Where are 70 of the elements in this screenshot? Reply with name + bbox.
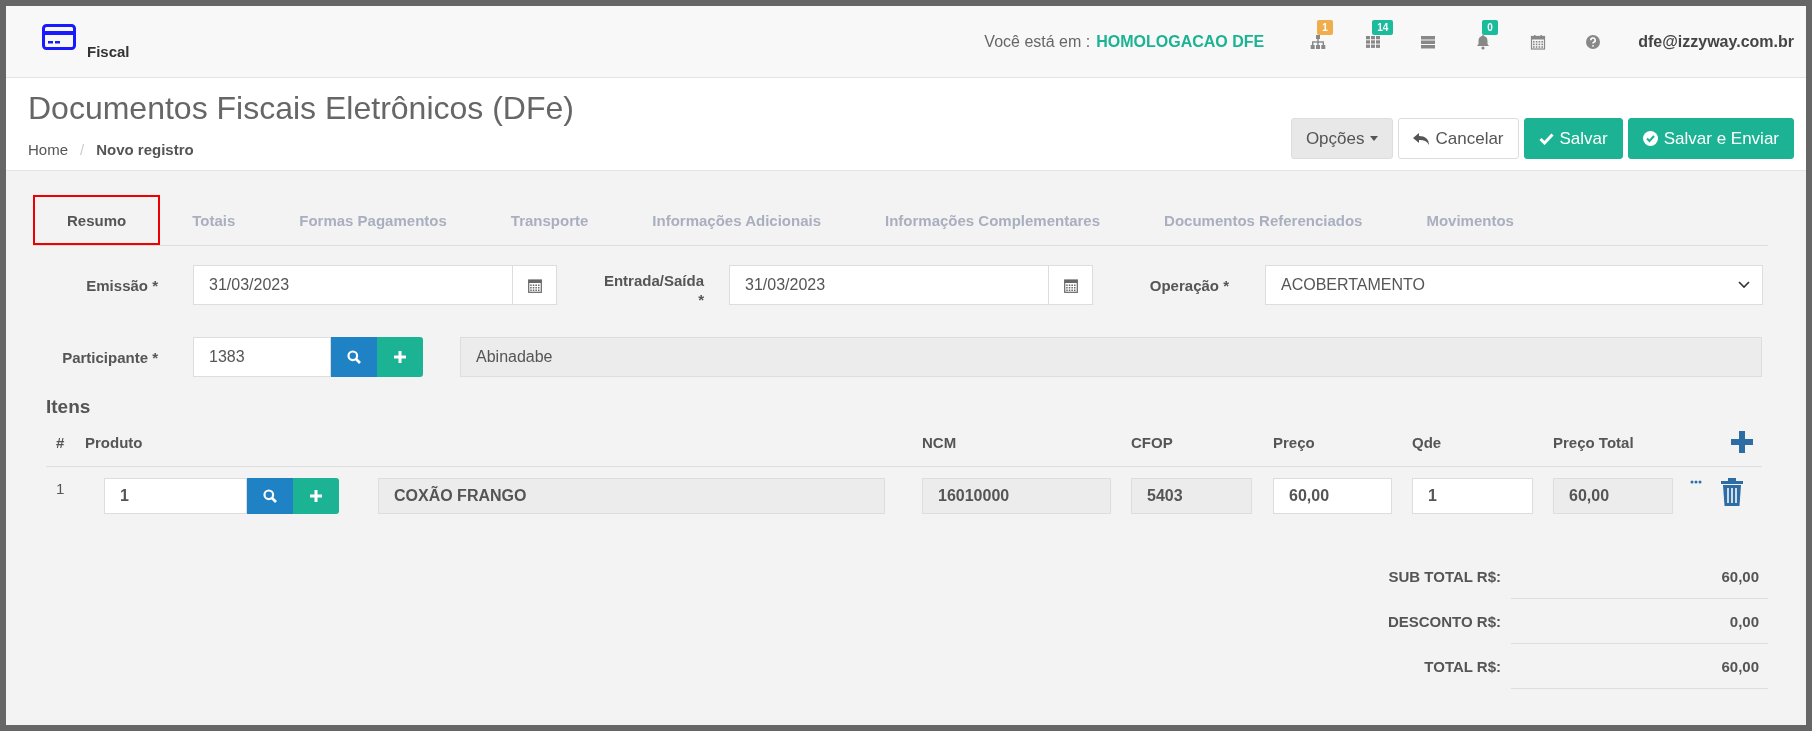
add-button[interactable] [293,478,339,514]
server-icon[interactable] [1419,33,1436,50]
notification-count: 1 [1317,19,1333,35]
total-price-field: 60,00 [1553,478,1673,514]
product-description-field: COXÃO FRANGO [378,478,885,514]
breadcrumb-item: Novo registro [96,141,194,158]
quantity-field[interactable]: 1 [1412,478,1533,514]
environment-label: Você está em : [984,32,1091,51]
price-field[interactable]: 60,00 [1273,478,1392,514]
grid-icon[interactable] [1364,33,1381,50]
trash-icon[interactable] [1721,478,1743,506]
column-header: # [55,433,66,451]
calendar-icon[interactable] [1529,33,1546,50]
caret-icon [1370,136,1379,141]
column-header: NCM [922,433,958,451]
section-title: Itens [46,396,92,418]
page-title: Documentos Fiscais Eletrônicos (DFe) [28,90,574,127]
total-label: TOTAL R$: [1424,658,1501,675]
help-icon[interactable] [1584,33,1601,50]
calendar-icon [1063,277,1078,293]
card-icon [42,23,76,50]
total-value: 0,00 [1511,599,1768,644]
field-label: Operação * [1148,276,1229,294]
plus-icon [310,490,322,502]
environment-name: HOMOLOGACAO DFE [1096,32,1265,51]
chevron-down-icon [1738,281,1750,289]
check-circle-icon [1642,131,1658,146]
tab[interactable]: Resumo [33,195,161,245]
participant-code-field[interactable]: 1383 [193,337,331,377]
field-label: Entrada/Saída * [602,271,704,309]
total-value: 60,00 [1511,554,1768,599]
user-email[interactable]: dfe@izzyway.com.br [1638,32,1794,51]
search-icon [263,489,277,503]
calendar-icon [527,277,542,293]
column-header: Qde [1412,433,1443,451]
search-button[interactable] [331,337,377,377]
column-header: Produto [85,433,144,451]
options-button[interactable]: Opções [1290,118,1394,159]
column-header: Preço [1273,433,1316,451]
undo-arrow-icon [1413,131,1430,146]
field-label: Emissão * [85,276,158,294]
more-icon[interactable] [1690,480,1702,484]
column-header: Preço Total [1553,433,1635,451]
row-number: 1 [55,479,66,497]
product-code-field[interactable]: 1 [104,478,247,514]
check-icon [1538,132,1554,145]
plus-icon [394,351,406,363]
column-header: CFOP [1131,433,1174,451]
plus-icon[interactable] [1730,430,1754,454]
field-label: Participante * [61,348,158,366]
add-button[interactable] [377,337,423,377]
notification-count: 0 [1482,19,1498,35]
breadcrumb-item[interactable]: Home [28,141,68,158]
sitemap-icon[interactable] [1309,33,1326,50]
bell-icon[interactable] [1474,33,1491,50]
total-value: 60,00 [1511,644,1768,689]
cfop-field: 5403 [1131,478,1252,514]
date-field[interactable]: 31/03/2023 [729,265,1093,305]
ncm-field: 16010000 [922,478,1111,514]
date-field[interactable]: 31/03/2023 [193,265,557,305]
total-label: SUB TOTAL R$: [1388,568,1501,585]
app-name: Fiscal [87,43,130,60]
search-button[interactable] [247,478,293,514]
total-label: DESCONTO R$: [1387,613,1501,630]
cancel-button[interactable]: Cancelar [1398,118,1519,159]
breadcrumb-separator: / [80,141,85,158]
notification-count: 14 [1372,19,1394,35]
participant-name-field: Abinadabe [460,337,1762,377]
search-icon [347,350,361,364]
operation-select[interactable]: ACOBERTAMENTO [1265,265,1763,305]
